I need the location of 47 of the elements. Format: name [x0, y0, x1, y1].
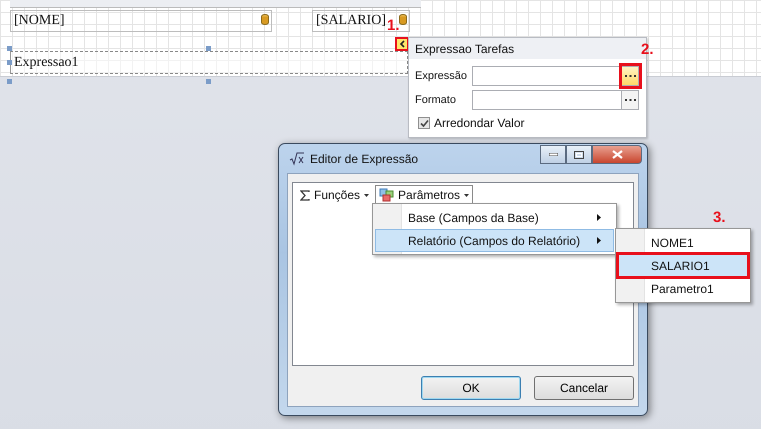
- report-field: Expressao1: [10, 51, 408, 74]
- field-label: Expressão: [415, 70, 468, 82]
- maximize-icon: [574, 150, 584, 158]
- ellipsis-icon: [624, 74, 636, 78]
- minimize-button[interactable]: [540, 145, 566, 164]
- submenu-arrow-icon: [597, 214, 601, 221]
- square-root-icon: [289, 152, 305, 166]
- checkbox-label: Arredondar Valor: [434, 116, 524, 130]
- menu-item[interactable]: Parametro1: [618, 277, 748, 300]
- step-number: 2.: [641, 41, 654, 58]
- menu-item[interactable]: SALARIO1: [618, 254, 748, 277]
- window-title: Editor de Expressão: [310, 152, 418, 166]
- sigma-icon: [300, 190, 310, 200]
- selection-handle[interactable]: [206, 79, 211, 84]
- chevron-left-icon: [399, 40, 405, 48]
- menu-item[interactable]: Relatório (Campos do Relatório): [375, 229, 614, 252]
- dialog-button[interactable]: Cancelar: [534, 376, 634, 400]
- input-field[interactable]: [472, 90, 622, 110]
- selection-handle[interactable]: [7, 79, 12, 84]
- dialog-button[interactable]: OK: [421, 376, 521, 400]
- menu-item[interactable]: Base (Campos da Base): [375, 206, 614, 229]
- step-number: 3.: [713, 209, 726, 226]
- ellipsis-icon: [624, 98, 636, 102]
- report-field: [NOME]: [10, 10, 272, 32]
- selection-handle[interactable]: [7, 60, 12, 65]
- caret-icon: [364, 194, 370, 196]
- step-number: 1.: [387, 17, 400, 34]
- selection-handle[interactable]: [206, 46, 211, 51]
- checkbox[interactable]: [418, 117, 430, 129]
- cubes-icon: [379, 188, 394, 202]
- close-button[interactable]: [592, 145, 642, 164]
- minimize-icon: [548, 153, 558, 156]
- field-label: Formato: [415, 94, 457, 106]
- ellipsis-button[interactable]: [622, 90, 639, 110]
- caret-icon: [464, 194, 470, 196]
- menu-item[interactable]: NOME1: [618, 231, 748, 254]
- input-field[interactable]: [472, 66, 622, 86]
- submenu-arrow-icon: [597, 237, 601, 244]
- database-icon: [261, 14, 269, 25]
- selection-handle[interactable]: [7, 46, 12, 51]
- database-icon: [399, 14, 407, 25]
- toolbar-menu-button[interactable]: Parâmetros: [375, 185, 474, 205]
- toolbar-menu-button[interactable]: Funções: [296, 185, 374, 205]
- smart-tag-button[interactable]: [395, 37, 409, 51]
- ellipsis-button[interactable]: [622, 66, 639, 86]
- maximize-button[interactable]: [566, 145, 592, 164]
- close-icon: [612, 150, 622, 159]
